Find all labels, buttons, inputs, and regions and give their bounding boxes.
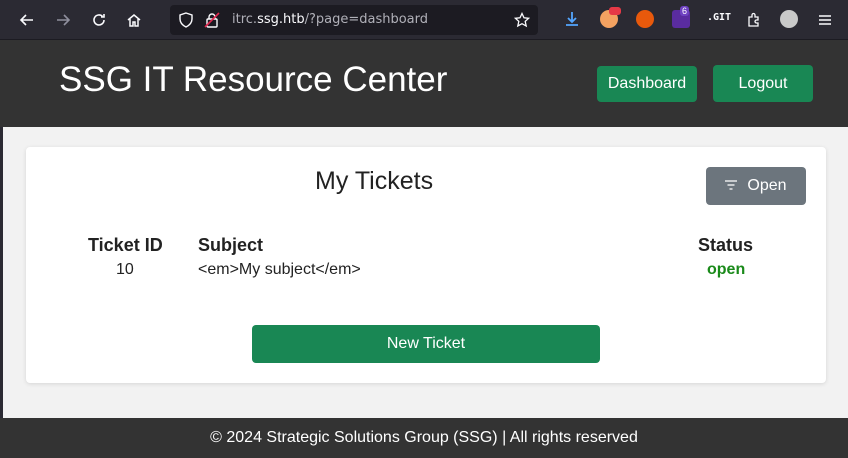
ticket-subject-cell: <em>My subject</em> [198, 261, 361, 278]
tickets-title: My Tickets [315, 167, 434, 195]
forward-icon[interactable] [51, 8, 75, 32]
column-header-ticket-id: Ticket ID [88, 235, 163, 255]
shield-icon[interactable] [178, 12, 194, 33]
extensions-puzzle-icon[interactable] [742, 8, 766, 32]
ticket-status-badge: open [707, 261, 746, 278]
dashboard-button[interactable]: Dashboard [597, 66, 697, 102]
menu-hamburger-icon[interactable] [813, 8, 837, 32]
site-title: SSG IT Resource Center [59, 60, 448, 99]
back-icon[interactable] [15, 8, 39, 32]
filter-icon [725, 177, 738, 195]
logout-button[interactable]: Logout [713, 65, 813, 102]
new-ticket-button[interactable]: New Ticket [252, 325, 600, 363]
git-icon[interactable]: .GIT [707, 12, 731, 23]
ticket-id-cell: 10 [116, 261, 134, 278]
status-filter-label: Open [747, 177, 787, 194]
lock-insecure-icon[interactable] [204, 12, 220, 33]
column-header-status: Status [698, 235, 754, 255]
status-filter-button[interactable]: Open [706, 167, 806, 205]
site-header: SSG IT Resource Center Dashboard Logout [0, 40, 848, 127]
page-footer: © 2024 Strategic Solutions Group (SSG) |… [0, 418, 848, 458]
extension-duckduckgo-icon[interactable] [636, 10, 654, 28]
footer-copyright: © 2024 Strategic Solutions Group (SSG) |… [210, 429, 638, 446]
url-bar[interactable]: itrc.ssg.htb/?page=dashboard [170, 5, 538, 35]
url-text[interactable]: itrc.ssg.htb/?page=dashboard [232, 12, 428, 27]
extension-count-badge: 6 [680, 6, 690, 16]
home-icon[interactable] [122, 8, 146, 32]
extension-badge-icon [609, 7, 621, 15]
tickets-card: My Tickets Open Ticket ID Subject Status… [26, 147, 826, 383]
browser-toolbar: itrc.ssg.htb/?page=dashboard 6 .GIT [0, 0, 848, 40]
reload-icon[interactable] [87, 8, 111, 32]
main-content: My Tickets Open Ticket ID Subject Status… [3, 127, 848, 418]
bookmark-star-icon[interactable] [513, 11, 531, 33]
column-header-subject: Subject [198, 235, 264, 255]
extension-glasses-icon[interactable] [780, 10, 798, 28]
download-icon[interactable] [563, 10, 581, 28]
